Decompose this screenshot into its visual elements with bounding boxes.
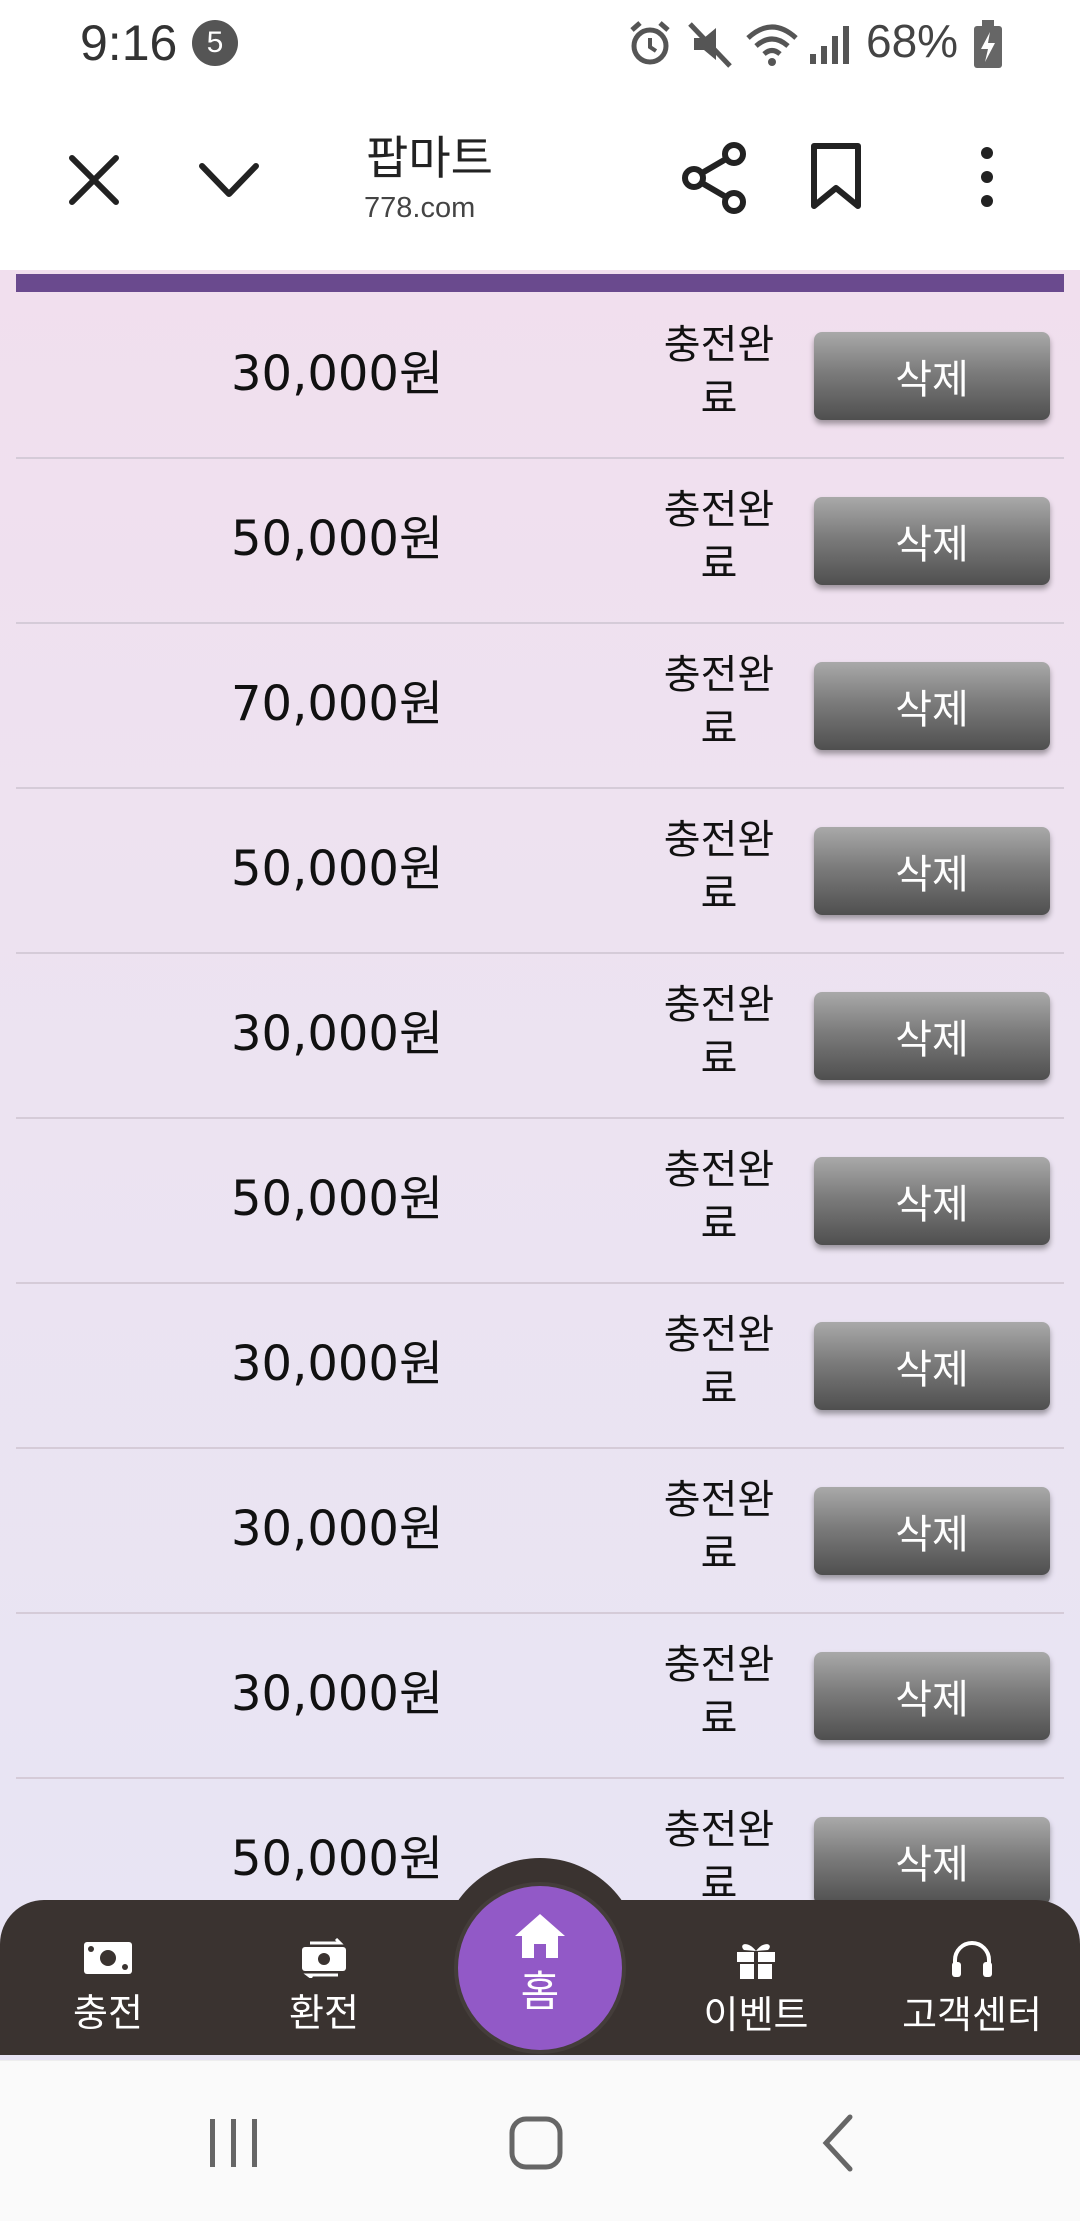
battery-percentage: 68% (866, 15, 959, 67)
alarm-icon (630, 21, 670, 65)
signal-icon (810, 26, 849, 64)
nav-label-home: 홈 (520, 1967, 560, 2016)
nav-label-event: 이벤트 (703, 1993, 809, 2037)
battery-charging-icon (974, 20, 1002, 68)
home-button[interactable]: 홈 (458, 1886, 622, 2050)
amount: 30,000원 (231, 1006, 444, 1062)
status-text: 충전완료 (663, 1642, 775, 1742)
table-row: 50,000원 충전완료 삭제 (16, 787, 1064, 954)
nav-item-exchange[interactable]: 환전 (224, 1938, 424, 2037)
more-options-icon[interactable] (972, 144, 1002, 210)
table-row: 30,000원 충전완료 삭제 (16, 1612, 1064, 1779)
table-header-strip (16, 274, 1064, 292)
status-text: 충전완료 (663, 652, 775, 752)
close-icon[interactable] (64, 150, 124, 210)
delete-button[interactable]: 삭제 (814, 992, 1050, 1080)
recent-apps-icon[interactable] (206, 2117, 262, 2169)
delete-button[interactable]: 삭제 (814, 1487, 1050, 1575)
delete-button[interactable]: 삭제 (814, 332, 1050, 420)
headset-icon (952, 1941, 992, 1977)
chevron-down-icon[interactable] (196, 154, 262, 204)
system-navigation-bar (0, 2060, 1080, 2221)
nav-label-exchange: 환전 (289, 1991, 359, 2035)
browser-toolbar: 팝마트 778.com (0, 84, 1080, 270)
nav-label-charge: 충전 (73, 1991, 143, 2035)
delete-button[interactable]: 삭제 (814, 827, 1050, 915)
amount: 50,000원 (231, 1171, 444, 1227)
page-url[interactable]: 778.com (364, 192, 475, 225)
table-row: 70,000원 충전완료 삭제 (16, 622, 1064, 789)
back-icon[interactable] (818, 2113, 858, 2173)
share-icon[interactable] (680, 140, 750, 216)
table-row: 50,000원 충전완료 삭제 (16, 1117, 1064, 1284)
home-icon (515, 1914, 565, 1958)
notification-count-badge: 5 (192, 20, 238, 66)
delete-button[interactable]: 삭제 (814, 1817, 1050, 1905)
charge-history-list: 30,000원 충전완료 삭제 50,000원 충전완료 삭제 70,000원 … (0, 270, 1080, 2060)
status-text: 충전완료 (663, 1147, 775, 1247)
bookmark-icon[interactable] (808, 142, 864, 212)
table-row: 30,000원 충전완료 삭제 (16, 952, 1064, 1119)
amount: 70,000원 (231, 676, 444, 732)
table-row: 30,000원 충전완료 삭제 (16, 1282, 1064, 1449)
status-text: 충전완료 (663, 1312, 775, 1412)
cash-icon (84, 1942, 132, 1974)
money-exchange-icon (302, 1938, 346, 1978)
status-bar: 9:16 5 68% (0, 0, 1080, 84)
home-nav-icon[interactable] (508, 2115, 564, 2171)
status-text: 충전완료 (663, 322, 775, 422)
delete-button[interactable]: 삭제 (814, 497, 1050, 585)
status-text: 충전완료 (663, 1477, 775, 1577)
nav-item-charge[interactable]: 충전 (8, 1938, 208, 2037)
status-text: 충전완료 (663, 1807, 775, 1907)
wifi-icon (746, 24, 798, 66)
amount: 50,000원 (231, 511, 444, 567)
nav-label-support: 고객센터 (902, 1993, 1042, 2037)
amount: 30,000원 (231, 346, 444, 402)
nav-item-event[interactable]: 이벤트 (656, 1938, 856, 2039)
status-text: 충전완료 (663, 982, 775, 1082)
table-row: 50,000원 충전완료 삭제 (16, 457, 1064, 624)
delete-button[interactable]: 삭제 (814, 1322, 1050, 1410)
amount: 50,000원 (231, 841, 444, 897)
delete-button[interactable]: 삭제 (814, 1652, 1050, 1740)
amount: 30,000원 (231, 1666, 444, 1722)
page-title: 팝마트 (366, 131, 493, 185)
delete-button[interactable]: 삭제 (814, 662, 1050, 750)
status-text: 충전완료 (663, 487, 775, 587)
status-text: 충전완료 (663, 817, 775, 917)
amount: 30,000원 (231, 1336, 444, 1392)
table-row: 30,000원 충전완료 삭제 (16, 1447, 1064, 1614)
nav-item-support[interactable]: 고객센터 (872, 1938, 1072, 2039)
mute-icon (688, 22, 732, 68)
gift-icon (737, 1944, 775, 1979)
amount: 30,000원 (231, 1501, 444, 1557)
delete-button[interactable]: 삭제 (814, 1157, 1050, 1245)
table-row: 30,000원 충전완료 삭제 (16, 292, 1064, 459)
status-time: 9:16 (80, 15, 178, 71)
